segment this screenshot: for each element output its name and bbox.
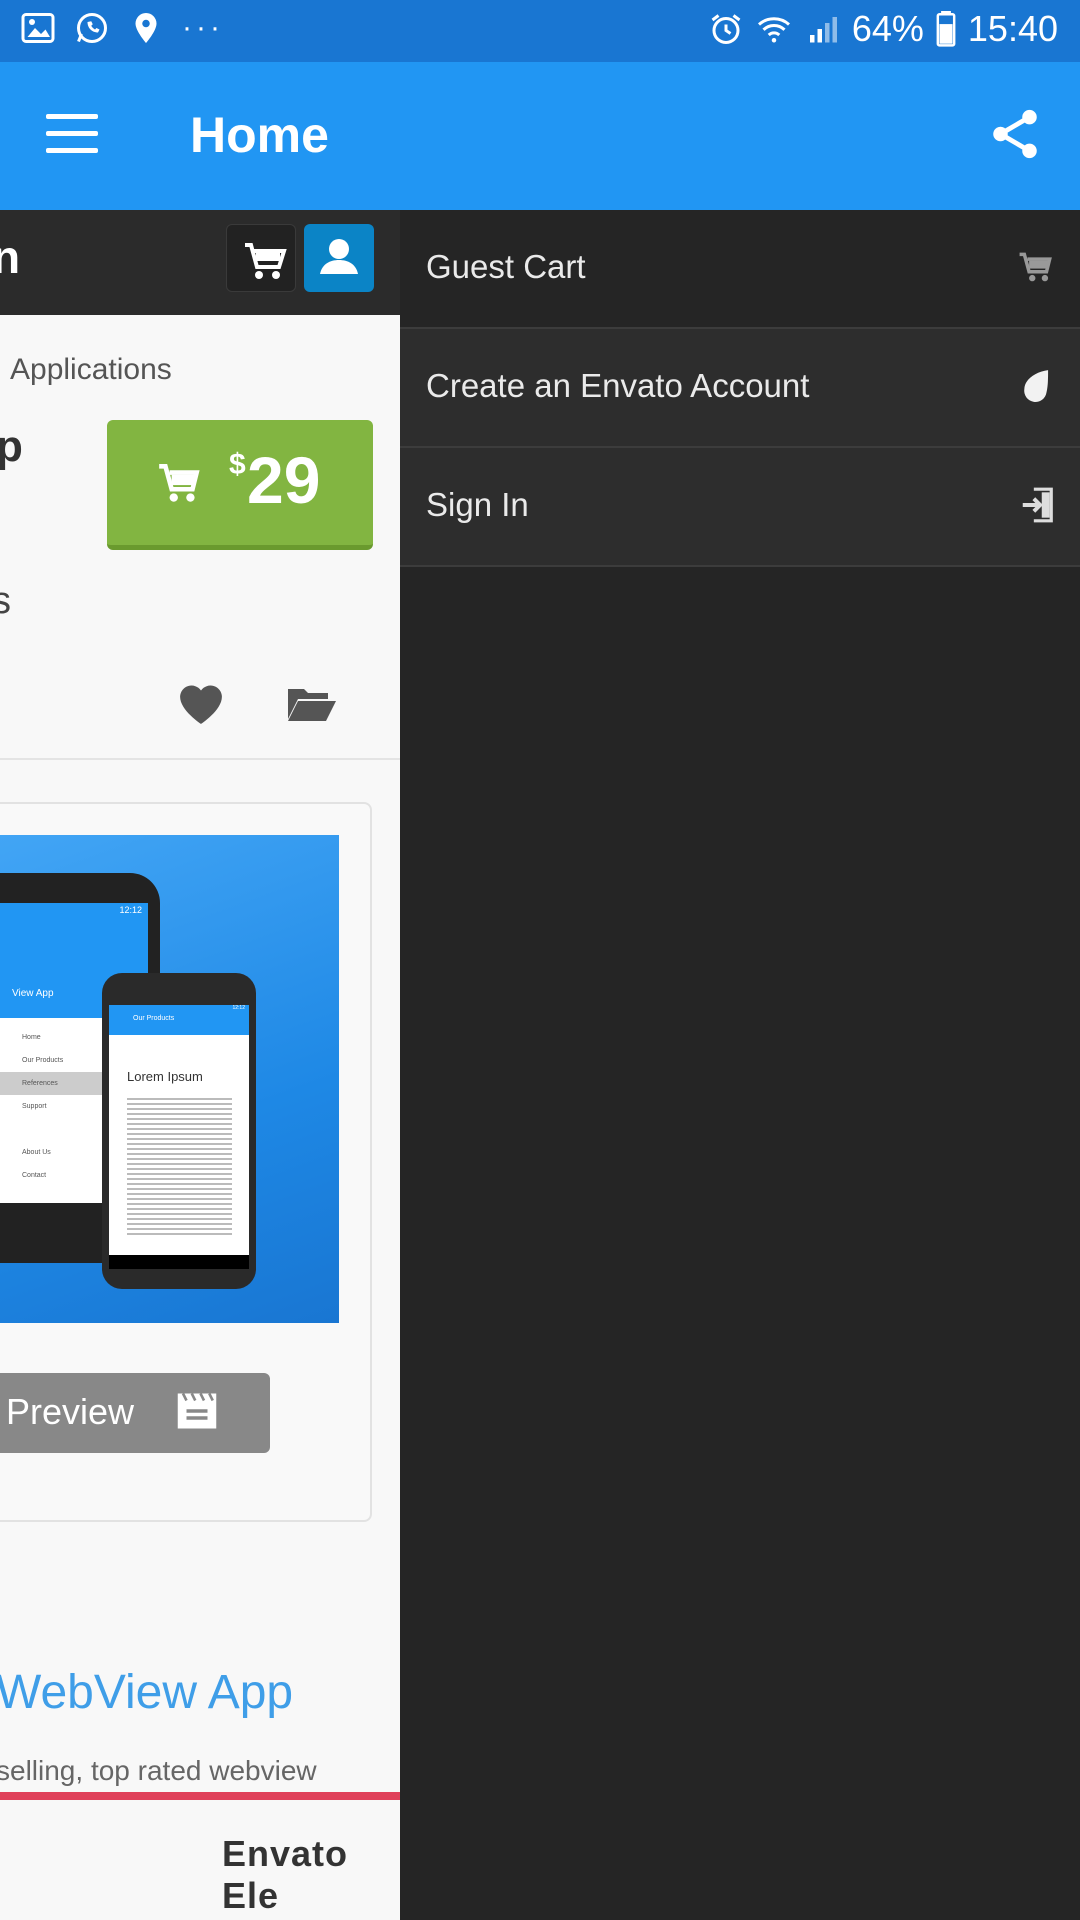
envato-leaf-icon [1024, 370, 1049, 402]
webview-app-title: WebView App [0, 1666, 294, 1719]
drawer-item-create-account[interactable]: Create an Envato Account [400, 329, 1080, 448]
live-preview-button[interactable]: Preview [0, 1373, 270, 1453]
battery-percent: 64% [851, 8, 924, 49]
status-bar: ··· 64% 15:40 [0, 0, 1080, 62]
wifi-icon [757, 17, 790, 43]
cart-icon [245, 243, 287, 279]
price-value: 29 [247, 443, 321, 517]
app-bar: Home [0, 62, 1080, 210]
gallery-icon [21, 13, 55, 43]
user-icon [320, 239, 358, 274]
breadcrumb[interactable]: Applications [10, 353, 172, 387]
page-header-text-fragment: n [0, 231, 21, 283]
preview-screen-icon [177, 1392, 217, 1429]
front-phone-heading: Lorem Ipsum [127, 1069, 203, 1084]
more-dots-icon: ··· [182, 11, 224, 44]
footer-brand-fragment: Envato Ele [222, 1833, 349, 1916]
page-header-strip: n [0, 210, 400, 315]
cart-icon [1019, 252, 1052, 282]
cart-icon [159, 464, 200, 502]
preview-label: Preview [6, 1391, 135, 1432]
sign-in-icon [1022, 487, 1053, 523]
front-phone-body-text [127, 1095, 232, 1235]
front-phone-mock: Our Products 12:12 Lorem Ipsum [102, 973, 256, 1289]
app-screenshot-image: 12:12 View App Home Our Products Referen… [0, 835, 339, 1323]
status-bar-right: 64% 15:40 [708, 8, 1058, 50]
drawer-item-label: Create an Envato Account [426, 367, 810, 404]
alarm-icon [711, 14, 741, 44]
item-title-fragment: p [0, 422, 23, 471]
front-phone-time: 12:12 [232, 1005, 245, 1011]
clock: 15:40 [967, 8, 1058, 49]
back-phone-time: 12:12 [119, 905, 142, 915]
accent-bar [0, 1792, 400, 1800]
header-cart-button[interactable] [226, 224, 296, 292]
collection-folder-icon[interactable] [286, 682, 338, 724]
buy-price-button[interactable]: $ 29 [107, 420, 373, 550]
signal-icon [809, 17, 837, 43]
whatsapp-icon [77, 13, 107, 43]
battery-icon [936, 11, 956, 47]
front-phone-bar-title: Our Products [133, 1015, 175, 1022]
background-page: n Applications p $ 29 s 12:12 View App H… [0, 210, 400, 1920]
favorite-heart-icon[interactable] [175, 680, 227, 726]
hamburger-menu-icon[interactable] [46, 114, 98, 154]
drawer-item-label: Guest Cart [426, 248, 586, 285]
price-currency: $ [229, 448, 246, 481]
share-icon[interactable] [986, 104, 1044, 164]
page-title: Home [190, 107, 329, 163]
webview-app-subtitle: selling, top rated webview [0, 1755, 317, 1786]
item-subtitle-fragment: s [0, 580, 11, 622]
back-phone-app-title: View App [12, 988, 54, 999]
drawer-item-guest-cart[interactable]: Guest Cart [400, 210, 1080, 329]
drawer-item-sign-in[interactable]: Sign In [400, 448, 1080, 567]
account-drawer: Guest Cart Create an Envato Account Sign… [400, 210, 1080, 1920]
location-icon [135, 13, 157, 43]
divider [0, 758, 400, 760]
status-bar-left: ··· [20, 10, 224, 46]
drawer-item-label: Sign In [426, 486, 529, 523]
header-user-button[interactable] [304, 224, 374, 292]
